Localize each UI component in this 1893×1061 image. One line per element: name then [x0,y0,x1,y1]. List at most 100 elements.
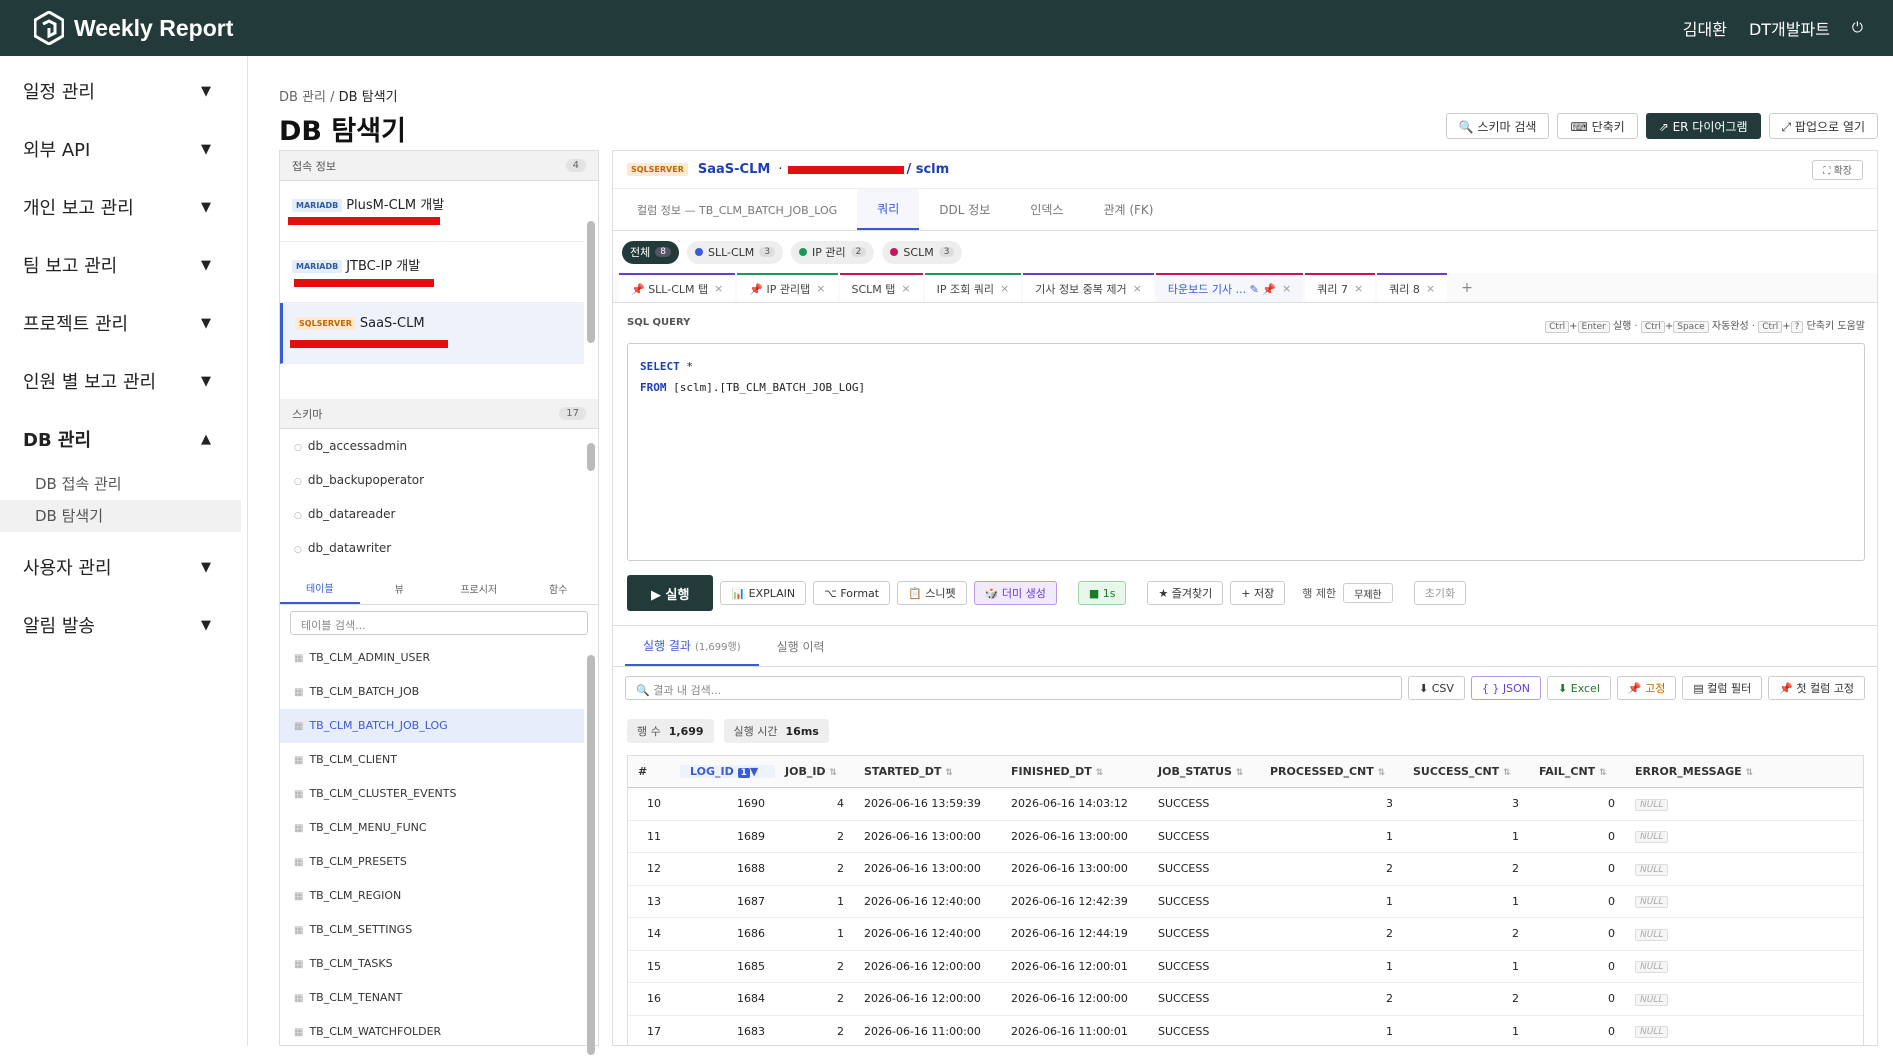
tab-procedures[interactable]: 프로시저 [439,573,519,604]
sql-editor[interactable]: SELECT * FROM [sclm].[TB_CLM_BATCH_JOB_L… [627,343,1865,561]
table-item[interactable]: TB_CLM_PRESETS [280,845,584,879]
close-icon[interactable]: × [1354,282,1363,295]
column-header[interactable]: FINISHED_DT ⇅ [1001,765,1148,778]
schema-item[interactable]: db_backupoperator [280,463,584,497]
query-tab[interactable]: 📌 IP 관리탭 × [737,273,838,302]
column-header[interactable]: ERROR_MESSAGE ⇅ [1625,765,1805,778]
sidebar-item-project[interactable]: 프로젝트 관리 ▼ [0,294,247,352]
dummy-button[interactable]: 🎲 더미 생성 [973,581,1057,605]
table-row[interactable]: 17 1683 2 2026-06-16 11:00:00 2026-06-16 11:… [628,1016,1863,1046]
tab-ddl[interactable]: DDL 정보 [919,189,1010,230]
query-tab[interactable]: 기사 정보 중복 제거 × [1023,273,1154,302]
connection-item[interactable]: MARIADB JTBC-IP 개발 [280,242,584,303]
close-icon[interactable]: × [901,282,910,295]
shortcut-button[interactable]: ⌨ 단축키 [1557,113,1638,139]
table-item[interactable]: TB_CLM_WATCHFOLDER [280,1015,584,1049]
csv-button[interactable]: ⬇ CSV [1408,676,1465,700]
table-item[interactable]: TB_CLM_REGION [280,879,584,913]
sidebar-item-schedule[interactable]: 일정 관리 ▼ [0,62,247,120]
column-header[interactable]: STARTED_DT ⇅ [854,765,1001,778]
tab-columns[interactable]: 컬럼 정보 — TB_CLM_BATCH_JOB_LOG [617,189,857,230]
query-tab[interactable]: SCLM 탭 × [839,273,923,302]
tab-history[interactable]: 실행 이력 [759,626,843,666]
column-header[interactable]: SUCCESS_CNT ⇅ [1403,765,1529,778]
chip-sll-clm[interactable]: SLL-CLM 3 [686,240,784,264]
sidebar-item-personal-report[interactable]: 개인 보고 관리 ▼ [0,178,247,236]
column-header[interactable]: FAIL_CNT ⇅ [1529,765,1625,778]
add-tab-icon[interactable]: + [1449,273,1485,302]
column-header[interactable]: PROCESSED_CNT ⇅ [1260,765,1403,778]
query-tab[interactable]: 쿼리 7 × [1305,273,1376,302]
query-tab[interactable]: 📌 SLL-CLM 탭 × [619,273,736,302]
sidebar-item-notification[interactable]: 알림 발송 ▼ [0,596,247,654]
schema-search-button[interactable]: 🔍 스키마 검색 [1445,113,1550,139]
table-item[interactable]: TB_CLM_ADMIN_USER [280,641,584,675]
sidebar-item-db[interactable]: DB 관리 ▲ [0,410,247,468]
table-item[interactable]: TB_CLM_TENANT [280,981,584,1015]
result-search-input[interactable]: 🔍 결과 내 검색... [625,676,1403,700]
format-button[interactable]: ⌥ Format [813,581,891,605]
tab-index[interactable]: 인덱스 [1010,189,1083,230]
sidebar-item-users[interactable]: 사용자 관리 ▼ [0,538,247,596]
table-search-input[interactable]: 테이블 검색... [290,611,588,635]
column-header[interactable]: JOB_STATUS ⇅ [1148,765,1260,778]
json-button[interactable]: { } JSON [1470,676,1542,700]
run-button[interactable]: ▶ 실행 [627,575,714,611]
table-row[interactable]: 13 1687 1 2026-06-16 12:40:00 2026-06-16 12:… [628,886,1863,918]
timer-button[interactable]: ■ 1s [1077,581,1127,605]
table-row[interactable]: 12 1688 2 2026-06-16 13:00:00 2026-06-16 13:… [628,853,1863,886]
explain-button[interactable]: 📊 EXPLAIN [720,581,807,605]
table-item-selected[interactable]: TB_CLM_BATCH_JOB_LOG [280,709,584,743]
popup-open-button[interactable]: ⤢ 팝업으로 열기 [1768,113,1878,139]
chip-ip[interactable]: IP 관리 2 [791,240,875,264]
reset-button[interactable]: 초기화 [1413,581,1467,605]
table-row[interactable]: 14 1686 1 2026-06-16 12:40:00 2026-06-16 12:… [628,918,1863,951]
excel-button[interactable]: ⬇ Excel [1547,676,1611,700]
close-icon[interactable]: × [714,282,723,295]
column-header[interactable]: JOB_ID ⇅ [775,765,854,778]
power-icon[interactable]: ⏻ [1852,20,1863,36]
brand[interactable]: Weekly Report [34,11,233,45]
connection-item[interactable]: MARIADB PlusM-CLM 개발 [280,181,584,242]
favorite-button[interactable]: ★ 즐겨찾기 [1147,581,1224,605]
tab-result[interactable]: 실행 결과 (1,699행) [625,626,759,666]
column-filter-button[interactable]: ▤ 컬럼 필터 [1682,676,1763,700]
column-header[interactable]: LOG_ID 1 ▼ [680,765,775,778]
table-row[interactable]: 10 1690 4 2026-06-16 13:59:39 2026-06-16 14:… [628,788,1863,821]
table-item[interactable]: TB_CLM_MENU_FUNC [280,811,584,845]
table-item[interactable]: TB_CLM_TASKS [280,947,584,981]
close-icon[interactable]: × [1282,282,1291,295]
schema-item[interactable]: db_accessadmin [280,429,584,463]
close-icon[interactable]: × [816,282,825,295]
query-tab-active[interactable]: 타운보드 기사 ... ✎ 📌 × [1155,273,1304,302]
tab-views[interactable]: 뷰 [360,573,440,604]
save-button[interactable]: + 저장 [1230,581,1286,605]
er-diagram-button[interactable]: ⇗ ER 다이어그램 [1645,113,1761,139]
query-tab[interactable]: 쿼리 8 × [1377,273,1448,302]
scrollbar[interactable] [587,443,595,471]
tab-query[interactable]: 쿼리 [857,189,920,230]
table-row[interactable]: 11 1689 2 2026-06-16 13:00:00 2026-06-16 13:… [628,821,1863,853]
scrollbar[interactable] [587,655,595,1055]
chip-all[interactable]: 전체 8 [622,240,679,264]
chip-sclm[interactable]: SCLM 3 [882,240,963,264]
table-item[interactable]: TB_CLM_CLIENT [280,743,584,777]
sidebar-item-external-api[interactable]: 외부 API ▼ [0,120,247,178]
sidebar-item-team-report[interactable]: 팀 보고 관리 ▼ [0,236,247,294]
close-icon[interactable]: × [1426,282,1435,295]
close-icon[interactable]: × [1000,282,1009,295]
schema-item[interactable]: db_datawriter [280,531,584,565]
scrollbar[interactable] [587,221,595,343]
tab-tables[interactable]: 테이블 [280,573,360,604]
tab-functions[interactable]: 함수 [519,573,599,604]
sidebar-sub-db-explorer[interactable]: DB 탐색기 [0,500,241,532]
table-item[interactable]: TB_CLM_SETTINGS [280,913,584,947]
table-item[interactable]: TB_CLM_BATCH_JOB [280,675,584,709]
table-item[interactable]: TB_CLM_CLUSTER_EVENTS [280,777,584,811]
tab-relations[interactable]: 관계 (FK) [1083,189,1173,230]
limit-select[interactable]: 무제한 [1343,583,1393,603]
table-row[interactable]: 15 1685 2 2026-06-16 12:00:00 2026-06-16 12:… [628,951,1863,983]
pin-button[interactable]: 📌 고정 [1616,676,1677,700]
breadcrumb-root[interactable]: DB 관리 / [279,90,335,105]
expand-button[interactable]: ⛶ 확장 [1812,159,1863,180]
